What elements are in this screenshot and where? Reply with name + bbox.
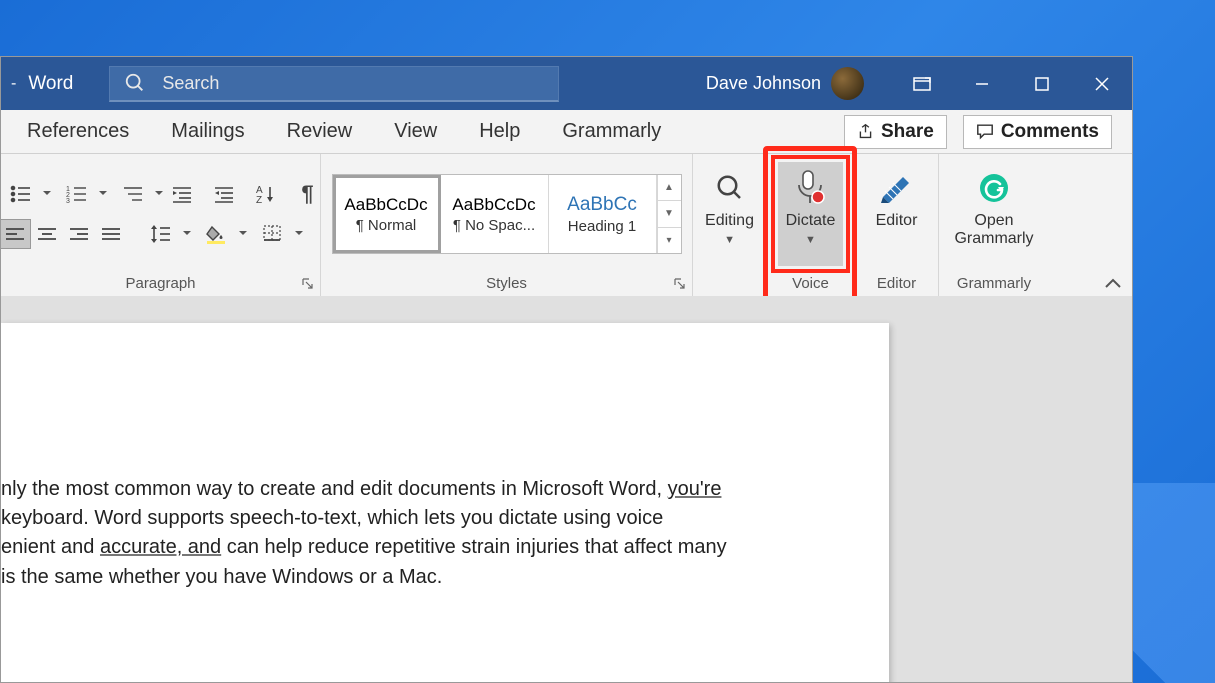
chevron-down-icon: ▼: [805, 234, 816, 246]
styles-gallery-spinner[interactable]: ▲ ▼ ▾: [657, 175, 681, 253]
align-right-button[interactable]: [63, 219, 95, 249]
group-editor: Editor Editor: [855, 154, 939, 296]
find-icon: [715, 168, 745, 208]
title-sep: -: [11, 75, 16, 93]
spellcheck-underline[interactable]: accurate, and: [100, 536, 221, 558]
comments-button[interactable]: Comments: [963, 115, 1112, 149]
tab-grammarly[interactable]: Grammarly: [556, 116, 667, 147]
styles-launcher-icon[interactable]: [672, 276, 688, 292]
style-no-spacing[interactable]: AaBbCcDc ¶ No Spac...: [441, 175, 549, 253]
editor-label: Editor: [876, 212, 918, 230]
share-label: Share: [881, 121, 934, 143]
comment-icon: [976, 123, 994, 140]
grammarly-group-label: Grammarly: [957, 270, 1031, 296]
editing-button[interactable]: Editing ▼: [697, 162, 762, 266]
svg-text:Z: Z: [256, 195, 262, 204]
app-title: Word: [28, 73, 73, 95]
align-justify-button[interactable]: [95, 219, 127, 249]
tab-view[interactable]: View: [388, 116, 443, 147]
group-styles: AaBbCcDc ¶ Normal AaBbCcDc ¶ No Spac... …: [321, 154, 693, 296]
borders-button[interactable]: [251, 219, 295, 249]
chevron-up-icon[interactable]: ▲: [658, 175, 681, 201]
show-hide-button[interactable]: ¶: [293, 179, 323, 209]
grammarly-icon: [978, 168, 1010, 208]
tab-mailings[interactable]: Mailings: [165, 116, 250, 147]
group-paragraph: 123 AZ ¶: [1, 154, 321, 296]
style-heading-1[interactable]: AaBbCc Heading 1: [549, 175, 657, 253]
style-name: Heading 1: [568, 218, 636, 235]
align-left-button[interactable]: [0, 219, 31, 249]
document-line: nly the most common way to create and ed…: [1, 475, 869, 504]
style-preview: AaBbCc: [567, 194, 637, 216]
sort-button[interactable]: AZ: [251, 179, 281, 209]
dictate-button[interactable]: Dictate ▼: [778, 162, 844, 266]
style-normal[interactable]: AaBbCcDc ¶ Normal: [333, 175, 441, 253]
ribbon-tabs: References Mailings Review View Help Gra…: [1, 110, 1132, 154]
search-icon: [124, 72, 146, 94]
chevron-down-icon[interactable]: ▼: [658, 201, 681, 227]
increase-indent-button[interactable]: [209, 179, 239, 209]
group-grammarly: Open Grammarly Grammarly: [939, 154, 1049, 296]
collapse-ribbon-button[interactable]: [1104, 278, 1122, 290]
editor-icon: [879, 168, 915, 208]
decrease-indent-button[interactable]: [167, 179, 197, 209]
tab-help[interactable]: Help: [473, 116, 526, 147]
expand-icon[interactable]: ▾: [658, 228, 681, 253]
document-line: keyboard. Word supports speech-to-text, …: [1, 504, 869, 533]
paragraph-launcher-icon[interactable]: [300, 276, 316, 292]
style-preview: AaBbCcDc: [344, 195, 427, 215]
dictate-label: Dictate: [786, 212, 836, 230]
style-name: ¶ No Spac...: [453, 217, 535, 234]
document-line: enient and accurate, and can help reduce…: [1, 533, 869, 562]
open-grammarly-button[interactable]: Open Grammarly: [946, 162, 1041, 266]
share-button[interactable]: Share: [844, 115, 947, 149]
grammarly-label-1: Open: [974, 212, 1013, 230]
svg-text:3: 3: [66, 198, 70, 203]
username: Dave Johnson: [706, 73, 821, 94]
chevron-down-icon: ▼: [724, 234, 735, 246]
style-name: ¶ Normal: [356, 217, 417, 234]
titlebar: - Word Search Dave Johnson: [1, 57, 1132, 110]
styles-gallery[interactable]: AaBbCcDc ¶ Normal AaBbCcDc ¶ No Spac... …: [332, 174, 682, 254]
multilevel-list-button[interactable]: [111, 179, 155, 209]
group-voice: Dictate ▼ Voice: [767, 154, 855, 296]
align-center-button[interactable]: [31, 219, 63, 249]
ribbon-display-button[interactable]: [892, 57, 952, 110]
share-icon: [857, 123, 874, 140]
bullets-button[interactable]: [0, 179, 43, 209]
styles-group-label: Styles: [486, 270, 527, 296]
line-spacing-button[interactable]: [139, 219, 183, 249]
style-preview: AaBbCcDc: [452, 195, 535, 215]
tab-review[interactable]: Review: [281, 116, 359, 147]
maximize-button[interactable]: [1012, 57, 1072, 110]
document-line: is the same whether you have Windows or …: [1, 563, 869, 592]
editing-label: Editing: [705, 212, 754, 230]
page[interactable]: nly the most common way to create and ed…: [1, 323, 889, 682]
numbering-button[interactable]: 123: [55, 179, 99, 209]
editor-group-label: Editor: [877, 270, 916, 296]
voice-group-label: Voice: [792, 270, 829, 296]
group-editing: Editing ▼: [693, 154, 767, 296]
word-window: - Word Search Dave Johnson: [0, 56, 1133, 683]
comments-label: Comments: [1001, 121, 1099, 143]
close-button[interactable]: [1072, 57, 1132, 110]
avatar[interactable]: [831, 67, 864, 100]
grammarly-label-2: Grammarly: [954, 230, 1033, 248]
editor-button[interactable]: Editor: [866, 162, 928, 266]
microphone-icon: [793, 168, 827, 208]
search-placeholder: Search: [162, 73, 219, 94]
spellcheck-underline[interactable]: you're: [668, 478, 722, 500]
shading-button[interactable]: [195, 219, 239, 249]
search-input[interactable]: Search: [109, 66, 559, 102]
ribbon: 123 AZ ¶: [1, 154, 1132, 296]
document-area[interactable]: nly the most common way to create and ed…: [1, 296, 1132, 682]
tab-references[interactable]: References: [21, 116, 135, 147]
minimize-button[interactable]: [952, 57, 1012, 110]
paragraph-group-label: Paragraph: [125, 270, 195, 296]
